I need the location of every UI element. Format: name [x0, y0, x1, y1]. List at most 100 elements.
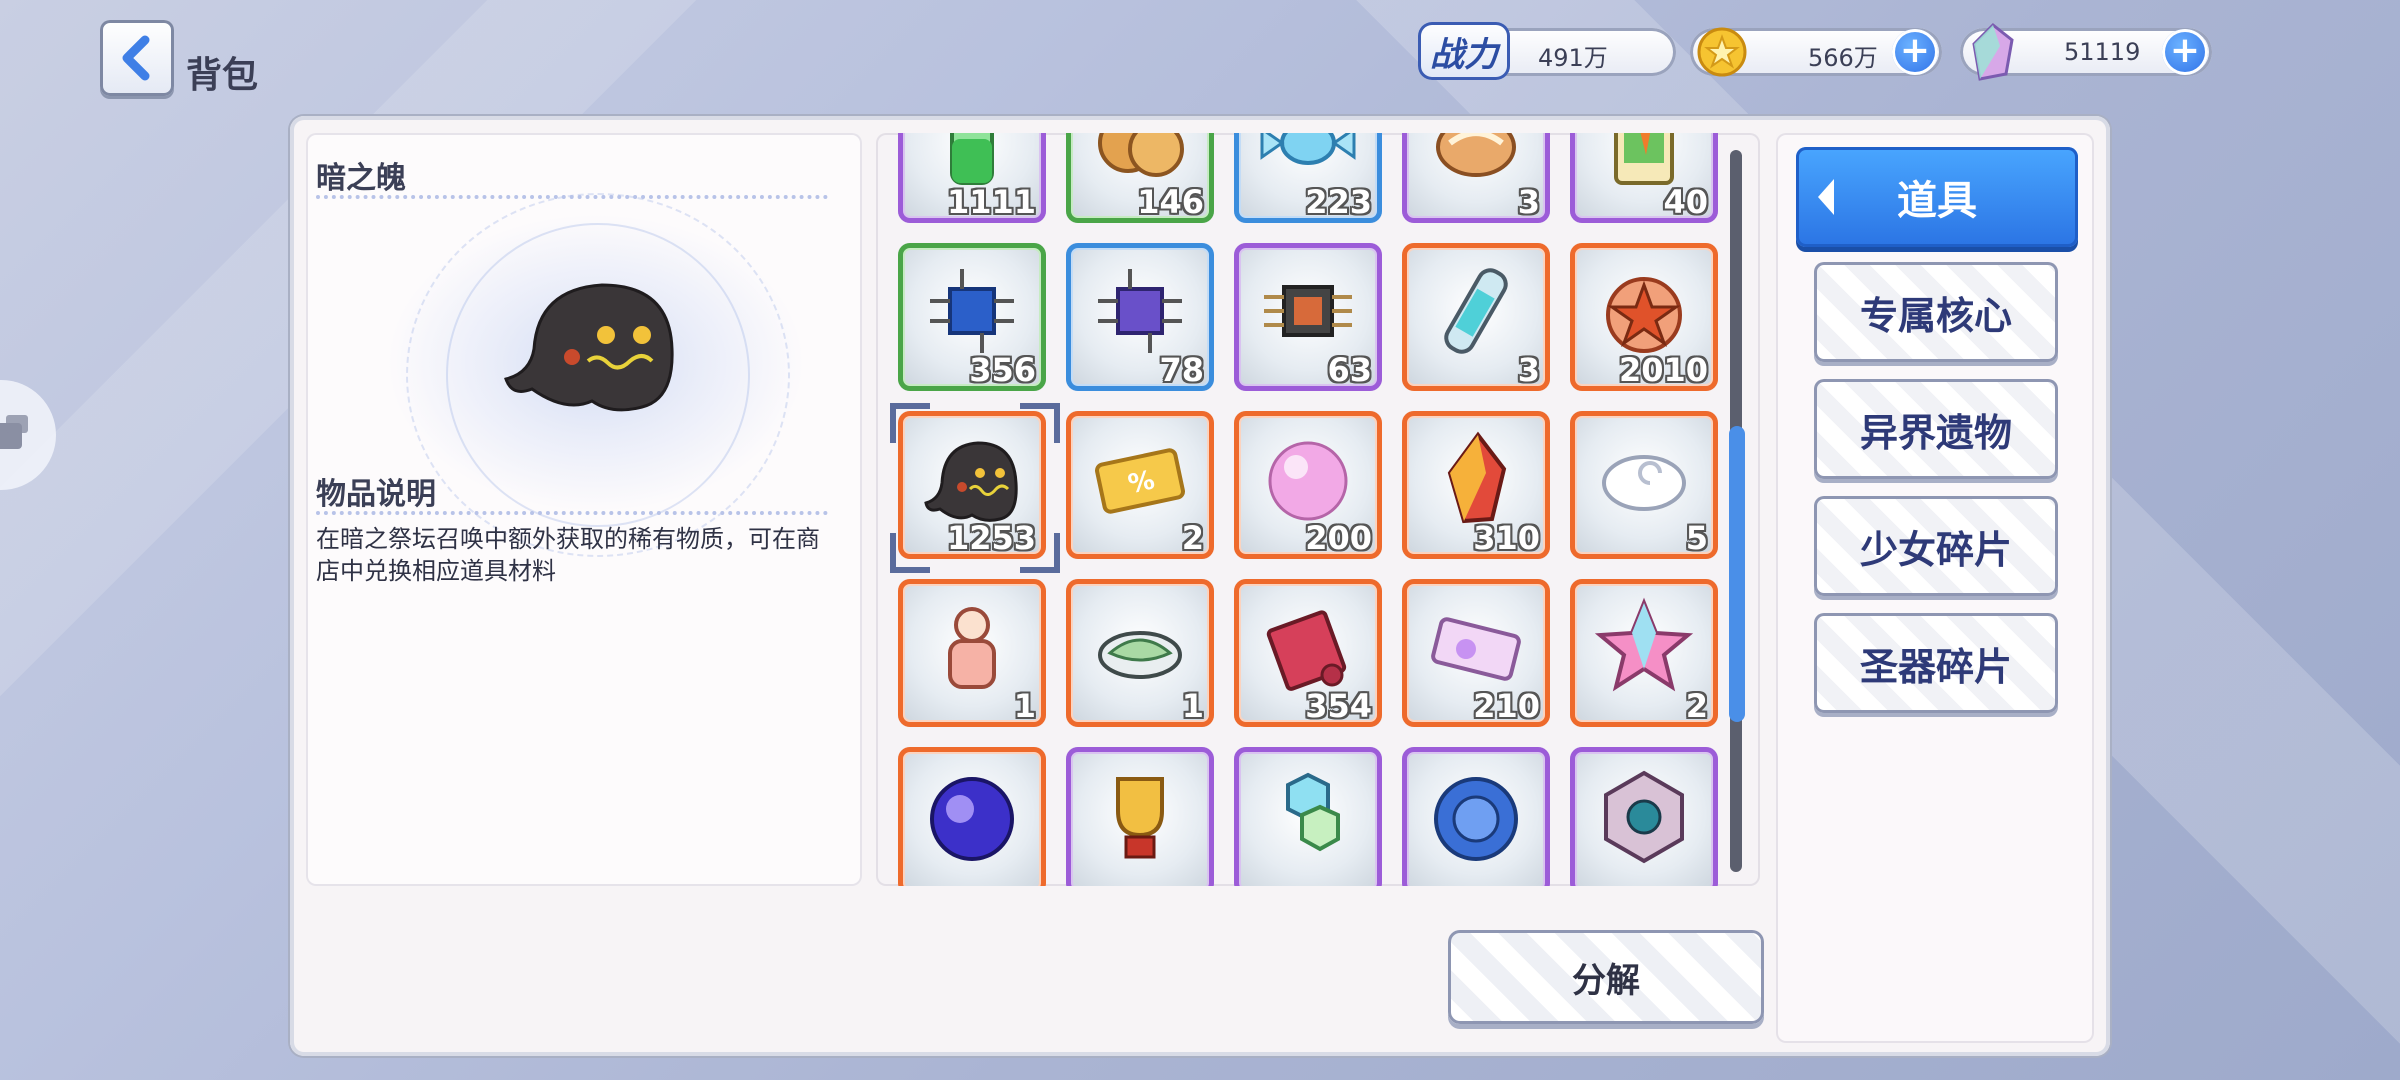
- pink-jar-icon: [948, 607, 996, 689]
- category-tab-items-label: 道具: [1897, 178, 1977, 224]
- triangle-left-icon: [1818, 179, 1834, 215]
- crystal-cluster-icon: [1286, 772, 1340, 852]
- inventory-item-slot[interactable]: [898, 747, 1046, 886]
- inventory-item-slot[interactable]: [1570, 747, 1718, 886]
- item-count: 223: [1305, 183, 1372, 221]
- gold-coin-icon: [1697, 27, 1747, 77]
- energy-tube-icon: [1444, 268, 1508, 354]
- gold-display: 566万 +: [1690, 27, 1942, 77]
- item-count: 2: [1685, 687, 1708, 725]
- selection-bracket: [1020, 533, 1060, 573]
- item-count: 63: [1327, 351, 1372, 389]
- item-count: 1: [1181, 687, 1204, 725]
- category-tab-label: 少女碎片: [1859, 527, 2012, 572]
- power-value: 491万: [1538, 44, 1608, 72]
- blue-chip-icon: [930, 269, 1014, 353]
- inventory-item-slot[interactable]: 1: [1066, 579, 1214, 727]
- item-count: 1111: [946, 183, 1036, 221]
- gold-value: 566万: [1808, 44, 1878, 72]
- inventory-item-slot[interactable]: 78: [1066, 243, 1214, 391]
- ticket-icon: [1431, 617, 1521, 681]
- inventory-item-slot[interactable]: 356: [898, 243, 1046, 391]
- description-divider: [316, 511, 828, 515]
- category-tab-items[interactable]: 道具: [1796, 147, 2078, 247]
- chevron-left-icon: [122, 35, 150, 81]
- inventory-item-slot[interactable]: [1066, 747, 1214, 886]
- dark-ghost-icon: [924, 441, 1018, 522]
- side-shortcut-tab[interactable]: [0, 380, 56, 490]
- circuit-chip-icon: [1264, 285, 1352, 337]
- category-tab-exclusive-core[interactable]: 专属核心: [1814, 262, 2058, 362]
- inventory-item-slot[interactable]: 210: [1402, 579, 1550, 727]
- inventory-item-slot[interactable]: 146: [1066, 133, 1214, 223]
- pink-orb-icon: [1268, 441, 1348, 521]
- category-tab-girl-fragment[interactable]: 少女碎片: [1814, 496, 2058, 596]
- category-tab-label: 圣器碎片: [1859, 644, 2012, 689]
- item-count: 146: [1137, 183, 1204, 221]
- item-count: 3: [1517, 351, 1540, 389]
- decompose-button[interactable]: 分解: [1448, 930, 1764, 1024]
- decompose-label: 分解: [1572, 960, 1640, 1001]
- inventory-item-slot[interactable]: 310: [1402, 411, 1550, 559]
- category-tab-artifact-fragment[interactable]: 圣器碎片: [1814, 613, 2058, 713]
- purple-chip-icon: [1098, 269, 1182, 353]
- inventory-item-slot[interactable]: [1234, 747, 1382, 886]
- inventory-item-slot[interactable]: 1253: [890, 403, 1060, 573]
- inventory-item-slot[interactable]: 354: [1234, 579, 1382, 727]
- item-count: 2010: [1618, 351, 1708, 389]
- inventory-item-slot[interactable]: 200: [1234, 411, 1382, 559]
- item-count: 356: [969, 351, 1036, 389]
- inventory-item-slot[interactable]: 3: [1402, 133, 1550, 223]
- scrollbar-thumb[interactable]: [1729, 426, 1745, 722]
- selection-bracket: [1020, 403, 1060, 443]
- inventory-item-slot[interactable]: 40: [1570, 133, 1718, 223]
- selection-bracket: [890, 533, 930, 573]
- inventory-item-slot[interactable]: [1402, 747, 1550, 886]
- item-detail-panel: 暗之魄 物品说明 在暗之祭坛召唤中额外获取的稀有物质，可在商店中兑换相应道具材料: [306, 133, 862, 886]
- back-button[interactable]: [100, 20, 174, 96]
- item-count: 2: [1181, 519, 1204, 557]
- power-label: 战力: [1430, 34, 1498, 75]
- dark-ghost-icon: [504, 283, 674, 412]
- description-title: 物品说明: [316, 477, 436, 512]
- pink-star-gem-icon: [1594, 597, 1694, 692]
- star-medal-icon: [1606, 277, 1682, 353]
- inventory-item-slot[interactable]: 2: [1570, 579, 1718, 727]
- blue-coin-icon: [1434, 777, 1518, 861]
- red-scroll-icon: [1266, 610, 1347, 691]
- power-display: 战力 491万: [1418, 22, 1676, 80]
- inventory-item-slot[interactable]: 1111: [898, 133, 1046, 223]
- item-description: 在暗之祭坛召唤中额外获取的稀有物质，可在商店中兑换相应道具材料: [316, 525, 820, 585]
- category-tab-label: 异界遗物: [1859, 410, 2012, 455]
- title-divider: [316, 195, 828, 199]
- item-count: 210: [1473, 687, 1540, 725]
- inventory-item-slot[interactable]: % 2: [1066, 411, 1214, 559]
- add-crystal-button[interactable]: +: [2162, 29, 2208, 75]
- item-name: 暗之魄: [316, 161, 406, 196]
- item-count: 1: [1013, 687, 1036, 725]
- inventory-item-slot[interactable]: 223: [1234, 133, 1382, 223]
- item-count: 310: [1473, 519, 1540, 557]
- selection-bracket: [890, 403, 930, 443]
- inventory-item-slot[interactable]: 2010: [1570, 243, 1718, 391]
- inventory-item-slot[interactable]: 63: [1234, 243, 1382, 391]
- add-gold-button[interactable]: +: [1892, 29, 1938, 75]
- discount-ticket-icon: %: [1095, 448, 1185, 514]
- leaf-plate-icon: [1098, 631, 1182, 679]
- galaxy-orb-icon: [930, 777, 1014, 861]
- inventory-item-slot[interactable]: 5: [1570, 411, 1718, 559]
- crystal-display: 51119 +: [1960, 22, 2212, 81]
- hex-badge-icon: [1604, 770, 1684, 864]
- inventory-item-slot[interactable]: 1: [898, 579, 1046, 727]
- category-tab-otherworld-relic[interactable]: 异界遗物: [1814, 379, 2058, 479]
- item-count: 3: [1517, 183, 1540, 221]
- trophy-icon: [1116, 777, 1164, 859]
- item-count: 5: [1685, 519, 1708, 557]
- category-tab-label: 专属核心: [1859, 293, 2012, 338]
- power-label-badge: 战力: [1418, 22, 1510, 80]
- inventory-item-slot[interactable]: 3: [1402, 243, 1550, 391]
- item-count: 40: [1663, 183, 1708, 221]
- cloud-swirl-icon: [1602, 455, 1686, 511]
- item-grid-container: 1111 146 223 3 40 356 78 63 3 2010 1253% 2 200 310 5 1 1…: [876, 133, 1760, 886]
- bread-roll-icon: [1436, 133, 1516, 177]
